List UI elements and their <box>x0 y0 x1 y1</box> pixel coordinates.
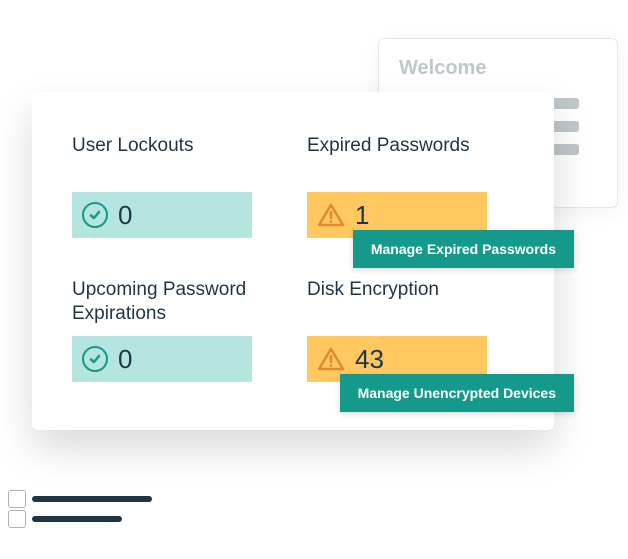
tile-user-lockouts: User Lockouts 0 <box>72 134 279 238</box>
security-dashboard-card: User Lockouts 0 Expired Passwords 1 Mana… <box>32 92 554 430</box>
check-circle-icon <box>82 346 108 372</box>
tile-value: 1 <box>355 200 369 231</box>
tile-value-block: 0 <box>72 336 252 382</box>
check-circle-icon <box>82 202 108 228</box>
manage-expired-passwords-button[interactable]: Manage Expired Passwords <box>353 230 574 268</box>
warning-triangle-icon <box>317 347 345 371</box>
tile-value: 0 <box>118 200 132 231</box>
decoration-box-icon <box>8 490 26 508</box>
welcome-title: Welcome <box>399 57 597 80</box>
tile-label: Upcoming Password Expirations <box>72 278 279 332</box>
tile-label: User Lockouts <box>72 134 279 188</box>
tile-value: 0 <box>118 344 132 375</box>
tile-label: Expired Passwords <box>307 134 514 188</box>
tile-expired-passwords: Expired Passwords 1 Manage Expired Passw… <box>307 134 514 238</box>
decoration-bar <box>32 516 122 522</box>
tile-disk-encryption: Disk Encryption 43 Manage Unencrypted De… <box>307 278 514 382</box>
tile-value: 43 <box>355 344 384 375</box>
warning-triangle-icon <box>317 203 345 227</box>
tile-value-block: 0 <box>72 192 252 238</box>
decoration-bar <box>32 496 152 502</box>
decoration-box-icon <box>8 510 26 528</box>
manage-unencrypted-devices-button[interactable]: Manage Unencrypted Devices <box>340 374 574 412</box>
tile-label: Disk Encryption <box>307 278 514 332</box>
tile-upcoming-expirations: Upcoming Password Expirations 0 <box>72 278 279 382</box>
